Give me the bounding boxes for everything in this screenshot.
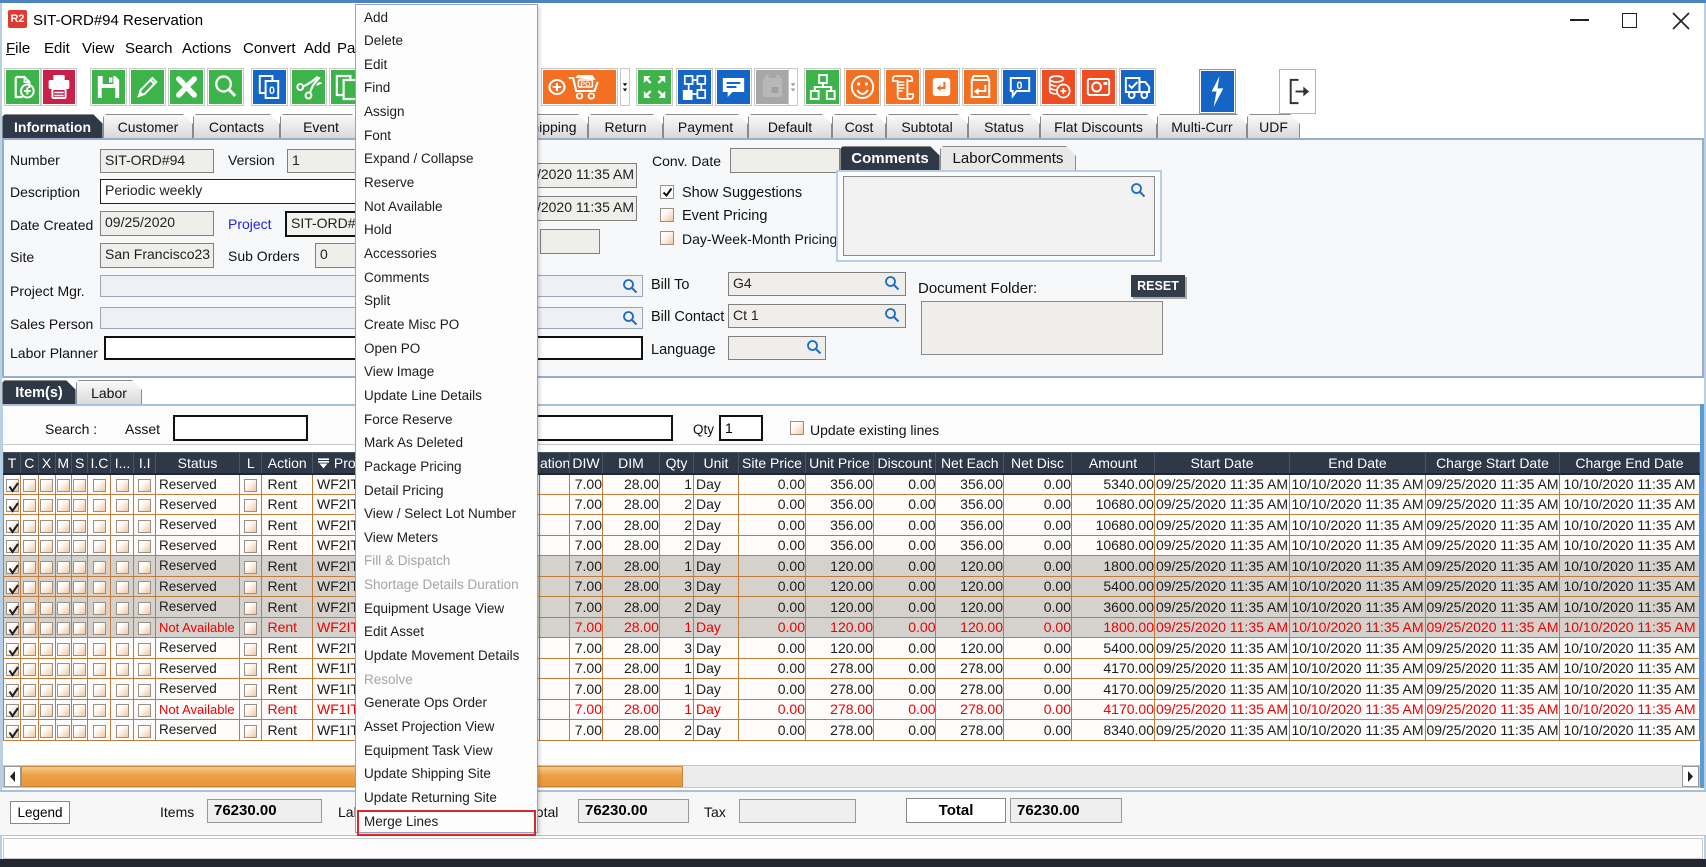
svg-text:0: 0 — [269, 85, 275, 97]
svg-text:PO: PO — [580, 81, 590, 88]
svg-text:0: 0 — [1017, 80, 1023, 92]
